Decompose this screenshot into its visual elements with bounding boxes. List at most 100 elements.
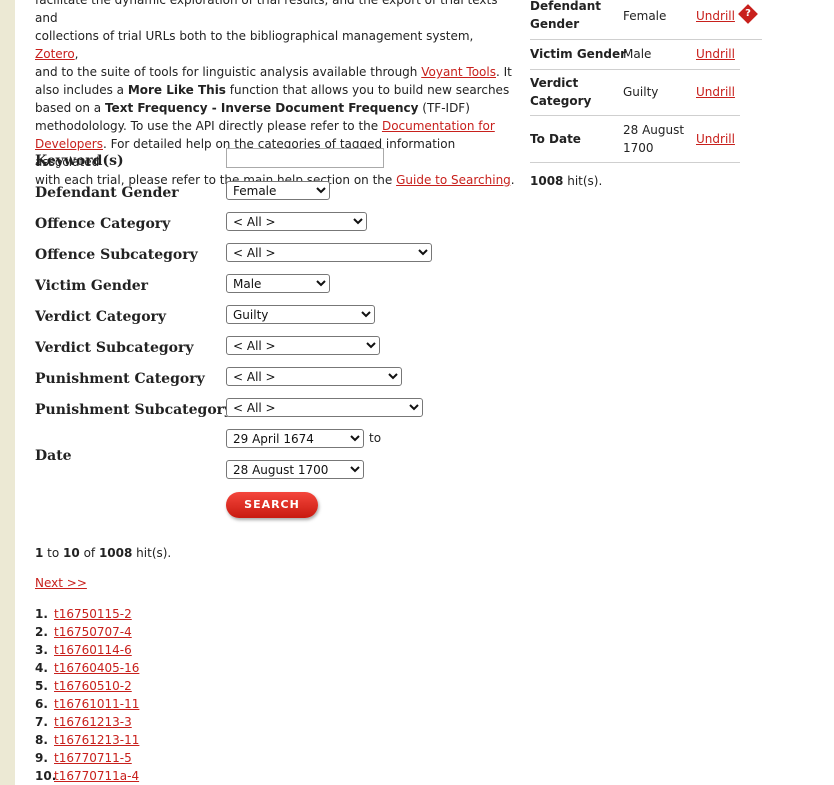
- result-link[interactable]: t16761213-3: [54, 715, 132, 729]
- summary-hits: 1008 hit(s).: [530, 174, 602, 188]
- list-item: 2. t16750707-4: [35, 623, 139, 641]
- summary-label: Victim Gender: [530, 47, 627, 61]
- offence-category-label: Offence Category: [35, 216, 171, 232]
- result-link[interactable]: t16760405-16: [54, 661, 139, 675]
- result-link[interactable]: t16770711a-4: [54, 769, 139, 783]
- undrill-link[interactable]: Undrill: [696, 130, 735, 148]
- left-margin-stripe: [0, 0, 15, 785]
- result-link[interactable]: t16760114-6: [54, 643, 132, 657]
- next-page-link[interactable]: Next >>: [35, 576, 87, 590]
- keyword-input[interactable]: [226, 148, 384, 168]
- list-item: 6. t16761011-11: [35, 695, 139, 713]
- offence-subcategory-label: Offence Subcategory: [35, 247, 198, 263]
- result-number: 2.: [35, 625, 48, 639]
- summary-value: Male: [623, 47, 652, 61]
- list-item: 5. t16760510-2: [35, 677, 139, 695]
- list-item: 1. t16750115-2: [35, 605, 139, 623]
- intro-text: (TF-IDF): [418, 101, 470, 115]
- search-button[interactable]: SEARCH: [226, 492, 318, 518]
- summary-value: Female: [623, 9, 667, 23]
- intro-text: collections of trial URLs both to the bi…: [35, 29, 474, 43]
- result-link[interactable]: t16761213-11: [54, 733, 139, 747]
- undrill-link[interactable]: Undrill: [696, 45, 735, 63]
- total-hits: 1008: [98, 546, 133, 560]
- zotero-link[interactable]: Zotero: [35, 47, 75, 61]
- range-text: hit(s).: [132, 546, 172, 560]
- result-number: 4.: [35, 661, 48, 675]
- summary-row-to-date: To Date 28 August 1700 Undrill: [530, 115, 740, 163]
- voyant-tools-link[interactable]: Voyant Tools: [421, 65, 496, 79]
- date-to-select[interactable]: 28 August 1700: [226, 460, 364, 479]
- offence-subcategory-select[interactable]: < All >: [226, 243, 432, 262]
- more-like-this-term: More Like This: [127, 83, 226, 97]
- punishment-category-select[interactable]: < All >: [226, 367, 402, 386]
- intro-text: based on a: [35, 101, 105, 115]
- summary-row-defendant-gender: Defendant Gender Female Undrill: [530, 0, 762, 40]
- results-range: 1 to 10 of 1008 hit(s).: [35, 546, 171, 560]
- summary-label: Verdict Category: [530, 76, 592, 108]
- result-link[interactable]: t16761011-11: [54, 697, 139, 711]
- results-list: 1. t16750115-2 2. t16750707-4 3. t16760114-…: [35, 605, 139, 785]
- range-text: to: [43, 546, 64, 560]
- list-item: 9. t16770711-5: [35, 749, 139, 767]
- result-link[interactable]: t16760510-2: [54, 679, 132, 693]
- result-number: 5.: [35, 679, 48, 693]
- date-to-word: to: [369, 431, 382, 445]
- intro-text: and to the suite of tools for linguistic…: [35, 65, 422, 79]
- offence-category-select[interactable]: < All >: [226, 212, 367, 231]
- undrill-link[interactable]: Undrill: [696, 83, 735, 101]
- verdict-category-label: Verdict Category: [35, 309, 167, 325]
- result-number: 1.: [35, 607, 48, 621]
- summary-value: Guilty: [623, 85, 659, 99]
- summary-value: 28 August 1700: [623, 123, 685, 155]
- summary-hits-count: 1008: [530, 174, 564, 188]
- keyword-label: Keyword(s): [35, 153, 124, 169]
- range-text: of: [79, 546, 99, 560]
- list-item: 4. t16760405-16: [35, 659, 139, 677]
- list-item: 8. t16761213-11: [35, 731, 139, 749]
- tfidf-term: Text Frequency - Inverse Document Freque…: [104, 101, 419, 115]
- list-item: 3. t16760114-6: [35, 641, 139, 659]
- victim-gender-select[interactable]: Male: [226, 274, 330, 293]
- verdict-subcategory-select[interactable]: < All >: [226, 336, 380, 355]
- victim-gender-label: Victim Gender: [35, 278, 149, 294]
- intro-text: facilitate the dynamic exploration of tr…: [35, 0, 498, 25]
- result-number: 9.: [35, 751, 48, 765]
- intro-text: also includes a: [35, 83, 128, 97]
- list-item: 7. t16761213-3: [35, 713, 139, 731]
- intro-text: .: [510, 173, 515, 187]
- result-number: 7.: [35, 715, 48, 729]
- list-item: 10.t16770711a-4: [35, 767, 139, 785]
- documentation-link-cont[interactable]: Developers: [35, 137, 103, 151]
- intro-text: . It: [495, 65, 512, 79]
- defendant-gender-label: Defendant Gender: [35, 185, 179, 201]
- guide-to-searching-link[interactable]: Guide to Searching: [396, 173, 511, 187]
- result-link[interactable]: t16770711-5: [54, 751, 132, 765]
- result-link[interactable]: t16750115-2: [54, 607, 132, 621]
- result-number: 8.: [35, 733, 48, 747]
- intro-text: ,: [74, 47, 79, 61]
- date-label: Date: [35, 448, 72, 464]
- date-from-select[interactable]: 29 April 1674: [226, 429, 364, 448]
- documentation-link[interactable]: Documentation for: [382, 119, 495, 133]
- verdict-category-select[interactable]: Guilty: [226, 305, 375, 324]
- undrill-link[interactable]: Undrill: [696, 7, 735, 25]
- intro-text: methodolology. To use the API directly p…: [35, 119, 382, 133]
- intro-text: function that allows you to build new se…: [225, 83, 510, 97]
- result-number: 10.: [35, 769, 57, 783]
- summary-hits-text: hit(s).: [563, 174, 603, 188]
- defendant-gender-select[interactable]: Female: [226, 181, 330, 200]
- punishment-subcategory-select[interactable]: < All >: [226, 398, 423, 417]
- result-number: 6.: [35, 697, 48, 711]
- result-link[interactable]: t16750707-4: [54, 625, 132, 639]
- summary-row-verdict-category: Verdict Category Guilty Undrill: [530, 69, 740, 116]
- help-icon[interactable]: ?: [738, 4, 758, 24]
- punishment-category-label: Punishment Category: [35, 371, 205, 387]
- verdict-subcategory-label: Verdict Subcategory: [35, 340, 194, 356]
- summary-label: Defendant Gender: [530, 0, 601, 31]
- range-end: 10: [63, 546, 80, 560]
- punishment-subcategory-label: Punishment Subcategory: [35, 402, 233, 418]
- result-number: 3.: [35, 643, 48, 657]
- summary-row-victim-gender: Victim Gender Male Undrill: [530, 39, 740, 70]
- summary-label: To Date: [530, 132, 581, 146]
